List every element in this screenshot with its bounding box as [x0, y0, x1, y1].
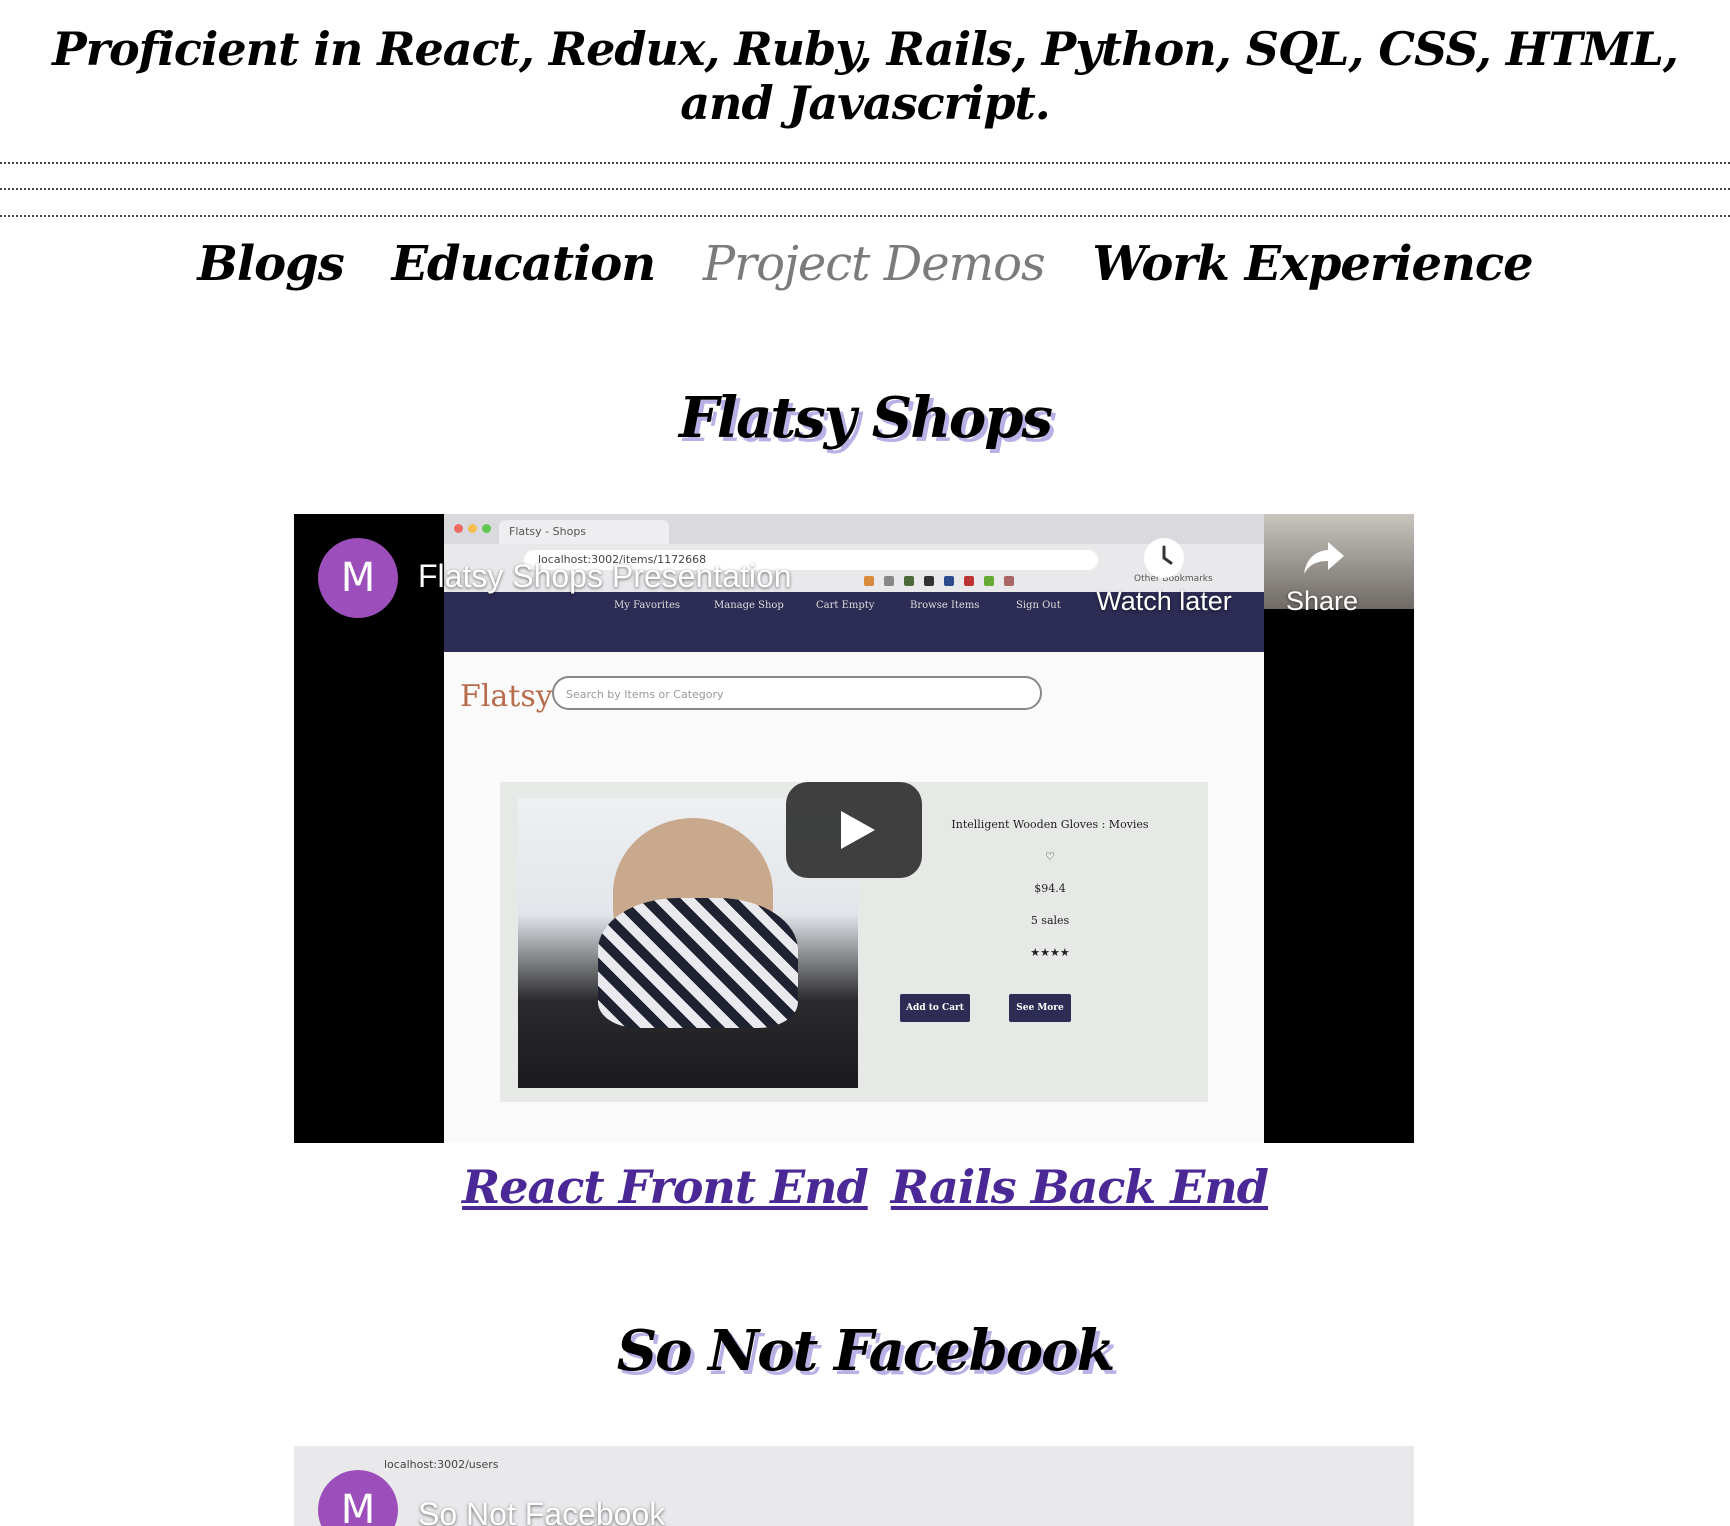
product-price: $94.4 — [1034, 882, 1066, 895]
share-icon — [1302, 538, 1344, 578]
proficient-headline: Proficient in React, Redux, Ruby, Rails,… — [52, 22, 1679, 130]
project-title: Flatsy Shops — [679, 385, 1053, 451]
browser-tab: Flatsy - Shops — [499, 520, 669, 544]
nav-project-demos[interactable]: Project Demos — [703, 236, 1046, 292]
video-player[interactable]: localhost:3002/users M So Not Facebook — [294, 1446, 1414, 1526]
nav-education[interactable]: Education — [391, 236, 656, 292]
nav-work-experience[interactable]: Work Experience — [1092, 236, 1533, 292]
site-search: Search by Items or Category — [552, 676, 1042, 710]
nav-blogs[interactable]: Blogs — [197, 236, 344, 292]
video-title[interactable]: Flatsy Shops Presentation — [418, 558, 792, 595]
site-logo: Flatsy — [460, 679, 553, 714]
add-to-cart-button: Add to Cart — [900, 994, 970, 1022]
share-button[interactable]: Share — [1252, 538, 1392, 617]
rails-back-end-link[interactable]: Rails Back End — [891, 1160, 1269, 1214]
watch-later-button[interactable]: Watch later — [1094, 538, 1234, 617]
play-button[interactable] — [786, 782, 922, 878]
address-bar: localhost:3002/users — [384, 1458, 499, 1471]
divider — [0, 162, 1730, 164]
project-links: React Front End Rails Back End — [0, 1160, 1730, 1214]
divider — [0, 215, 1730, 217]
video-player[interactable]: Flatsy - Shops localhost:3002/items/1172… — [294, 514, 1414, 1143]
heart-icon: ♡ — [1045, 850, 1055, 863]
clock-icon — [1144, 538, 1184, 578]
channel-avatar[interactable]: M — [318, 538, 398, 618]
main-nav: Blogs Education Project Demos Work Exper… — [0, 236, 1730, 292]
product-rating: ★★★★ — [1030, 946, 1070, 959]
react-front-end-link[interactable]: React Front End — [462, 1160, 869, 1214]
video-title[interactable]: So Not Facebook — [418, 1496, 665, 1526]
divider — [0, 188, 1730, 190]
project-title: So Not Facebook — [616, 1318, 1116, 1384]
product-sales: 5 sales — [1030, 914, 1070, 927]
product-name: Intelligent Wooden Gloves : Movies — [951, 818, 1149, 831]
see-more-button: See More — [1009, 994, 1071, 1022]
